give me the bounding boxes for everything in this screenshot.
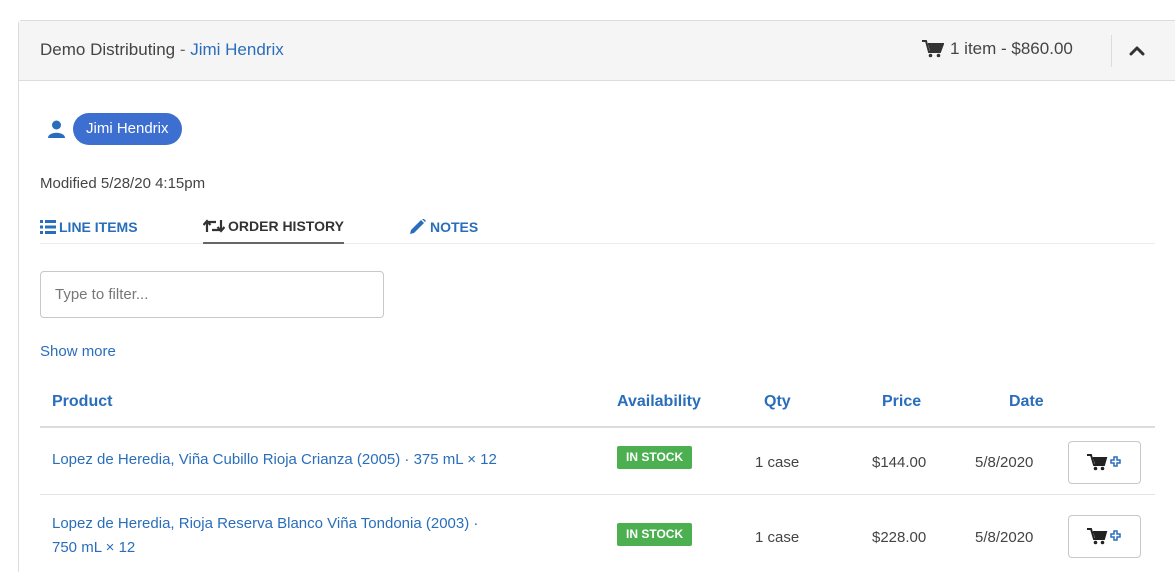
- modified-timestamp: Modified 5/28/20 4:15pm: [40, 175, 206, 192]
- product-link-line-1: Lopez de Heredia, Rioja Reserva Blanco V…: [52, 515, 479, 532]
- cart-summary[interactable]: 1 item - $860.00: [922, 39, 1073, 59]
- header-customer-link[interactable]: Jimi Hendrix: [190, 40, 284, 59]
- tab-line-items[interactable]: LINE ITEMS: [40, 209, 138, 244]
- column-header-availability[interactable]: Availability: [617, 393, 701, 411]
- retweet-icon: [203, 218, 225, 233]
- header-divider: [1111, 35, 1112, 67]
- qty-cell: 1 case: [755, 529, 800, 546]
- date-cell: 5/8/2020: [975, 529, 1034, 546]
- tab-notes-label: NOTES: [430, 218, 479, 235]
- pencil-icon: [410, 218, 426, 234]
- column-header-date[interactable]: Date: [1009, 393, 1044, 411]
- filter-input[interactable]: [40, 271, 384, 318]
- product-link[interactable]: Lopez de Heredia, Rioja Reserva Blanco V…: [52, 512, 572, 560]
- cart-summary-text: 1 item - $860.00: [950, 39, 1073, 58]
- tab-line-items-label: LINE ITEMS: [59, 218, 138, 235]
- cart-icon: [922, 40, 944, 58]
- cart-plus-icon: [1086, 453, 1121, 470]
- qty-cell: 1 case: [755, 454, 800, 471]
- price-cell: $144.00: [872, 454, 927, 471]
- column-header-price[interactable]: Price: [882, 393, 921, 411]
- date-cell: 5/8/2020: [975, 454, 1034, 471]
- column-header-qty[interactable]: Qty: [764, 393, 791, 411]
- product-link-line-2: 750 mL × 12: [52, 539, 136, 556]
- tab-bar: LINE ITEMS ORDER HISTORY NOTES: [40, 209, 1155, 244]
- availability-badge: IN STOCK: [617, 523, 693, 546]
- customer-pill[interactable]: Jimi Hendrix: [73, 113, 182, 145]
- show-more-link[interactable]: Show more: [40, 343, 116, 360]
- order-panel: Demo Distributing - Jimi Hendrix 1 item …: [18, 20, 1175, 572]
- cart-plus-icon: [1086, 527, 1121, 544]
- user-icon: [48, 120, 65, 138]
- collapse-button[interactable]: [1125, 39, 1149, 63]
- row-divider: [40, 494, 1155, 495]
- table-header-divider: [40, 426, 1155, 428]
- header-separator: -: [175, 40, 191, 59]
- availability-badge: IN STOCK: [617, 446, 693, 469]
- add-to-cart-button[interactable]: [1068, 515, 1141, 558]
- tab-order-history[interactable]: ORDER HISTORY: [203, 209, 344, 244]
- distributor-name: Demo Distributing: [40, 40, 176, 59]
- customer-row: Jimi Hendrix: [48, 113, 182, 145]
- add-to-cart-button[interactable]: [1068, 441, 1141, 484]
- header-title: Demo Distributing - Jimi Hendrix: [40, 40, 284, 60]
- list-icon: [40, 219, 56, 234]
- tab-order-history-label: ORDER HISTORY: [228, 217, 344, 234]
- tab-notes[interactable]: NOTES: [409, 209, 478, 244]
- product-link[interactable]: Lopez de Heredia, Viña Cubillo Rioja Cri…: [52, 448, 572, 472]
- panel-header[interactable]: Demo Distributing - Jimi Hendrix 1 item …: [19, 21, 1175, 81]
- chevron-up-icon: [1129, 46, 1145, 56]
- column-header-product[interactable]: Product: [52, 393, 112, 411]
- price-cell: $228.00: [872, 529, 927, 546]
